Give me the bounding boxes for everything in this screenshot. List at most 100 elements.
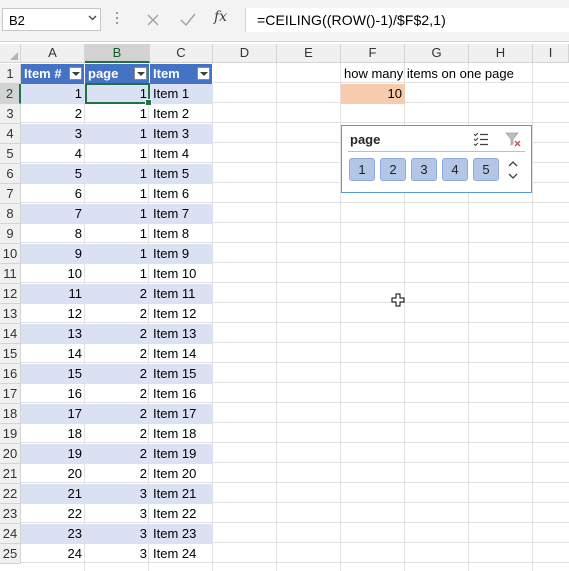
cell-item-name[interactable]: Item 7 [150,204,213,224]
cell-item-name[interactable]: Item 9 [150,244,213,264]
column-header-g[interactable]: G [405,44,469,63]
cell-item-name[interactable]: Item 11 [150,284,213,304]
cancel-icon[interactable] [141,10,165,30]
cell-item-number[interactable]: 16 [21,384,85,404]
row-header[interactable]: 25 [0,544,21,564]
cell-page[interactable]: 1 [85,224,150,244]
cell-item-name[interactable]: Item 19 [150,444,213,464]
cell-item-name[interactable]: Item 1 [150,84,213,104]
cell-item-name[interactable]: Item 20 [150,464,213,484]
page-slicer[interactable]: page 1 2 3 4 5 [341,125,532,193]
cell-item-number[interactable]: 8 [21,224,85,244]
slicer-scroll-arrows-icon[interactable] [506,158,520,182]
cell-item-number[interactable]: 1 [21,84,85,104]
cell-item-name[interactable]: Item 22 [150,504,213,524]
cell-page[interactable]: 3 [85,484,150,504]
cell-item-name[interactable]: Item 13 [150,324,213,344]
cell-page[interactable]: 1 [85,204,150,224]
cell-page[interactable]: 2 [85,404,150,424]
cell-item-name[interactable]: Item 12 [150,304,213,324]
cell-item-name[interactable]: Item 8 [150,224,213,244]
cell-page[interactable]: 1 [85,264,150,284]
cell-item-number[interactable]: 14 [21,344,85,364]
cell-item-name[interactable]: Item 5 [150,164,213,184]
formula-input[interactable]: =CEILING((ROW()-1)/$F$2,1) [245,8,569,32]
cell-f2-items-per-page[interactable]: 10 [341,84,405,104]
row-header[interactable]: 13 [0,304,21,324]
cell-item-name[interactable]: Item 23 [150,524,213,544]
cell-page[interactable]: 1 [85,144,150,164]
column-header-a[interactable]: A [21,44,85,63]
row-header[interactable]: 16 [0,364,21,384]
cell-item-number[interactable]: 9 [21,244,85,264]
row-header[interactable]: 6 [0,164,21,184]
column-header-f[interactable]: F [341,44,405,63]
row-header[interactable]: 12 [0,284,21,304]
row-header[interactable]: 15 [0,344,21,364]
cell-page[interactable]: 1 [85,244,150,264]
row-header[interactable]: 19 [0,424,21,444]
cell-page[interactable]: 2 [85,384,150,404]
column-header-i[interactable]: I [533,44,569,63]
filter-dropdown-icon[interactable] [69,67,82,80]
cell-item-name[interactable]: Item 2 [150,104,213,124]
column-header-b[interactable]: B [85,44,150,63]
cell-item-name[interactable]: Item 21 [150,484,213,504]
row-header[interactable]: 21 [0,464,21,484]
cell-item-number[interactable]: 23 [21,524,85,544]
cell-f1-label[interactable]: how many items on one page [341,64,541,84]
cell-item-name[interactable]: Item 3 [150,124,213,144]
multi-select-icon[interactable] [472,130,490,148]
filter-dropdown-icon[interactable] [197,67,210,80]
table-header-item[interactable]: Item [150,64,213,84]
cell-item-number[interactable]: 19 [21,444,85,464]
row-header[interactable]: 4 [0,124,21,144]
slicer-button-5[interactable]: 5 [473,158,499,181]
cell-item-number[interactable]: 21 [21,484,85,504]
select-all-button[interactable] [0,44,21,63]
cell-page[interactable]: 1 [85,104,150,124]
row-header[interactable]: 7 [0,184,21,204]
chevron-down-icon[interactable] [88,15,97,21]
filter-dropdown-icon[interactable] [134,67,147,80]
cell-page[interactable]: 3 [85,524,150,544]
row-header[interactable]: 18 [0,404,21,424]
cell-item-name[interactable]: Item 4 [150,144,213,164]
cell-item-number[interactable]: 13 [21,324,85,344]
cell-item-number[interactable]: 12 [21,304,85,324]
cell-page[interactable]: 3 [85,544,150,564]
cell-item-number[interactable]: 15 [21,364,85,384]
cell-item-number[interactable]: 2 [21,104,85,124]
insert-function-button[interactable]: fx [214,9,227,25]
cell-page[interactable]: 2 [85,324,150,344]
cell-item-name[interactable]: Item 15 [150,364,213,384]
column-header-h[interactable]: H [469,44,533,63]
cell-item-number[interactable]: 22 [21,504,85,524]
cell-item-name[interactable]: Item 10 [150,264,213,284]
cell-page[interactable]: 1 [85,184,150,204]
cell-item-number[interactable]: 10 [21,264,85,284]
cell-page[interactable]: 2 [85,444,150,464]
cell-item-name[interactable]: Item 24 [150,544,213,564]
cell-item-name[interactable]: Item 17 [150,404,213,424]
cell-page[interactable]: 3 [85,504,150,524]
row-header[interactable]: 20 [0,444,21,464]
cell-page[interactable]: 1 [85,124,150,144]
cell-item-number[interactable]: 11 [21,284,85,304]
cell-page[interactable]: 2 [85,424,150,444]
cell-page[interactable]: 2 [85,304,150,324]
cell-item-name[interactable]: Item 14 [150,344,213,364]
row-header[interactable]: 3 [0,104,21,124]
row-header[interactable]: 23 [0,504,21,524]
name-box[interactable]: B2 [2,8,101,31]
cell-page[interactable]: 2 [85,284,150,304]
cell-item-number[interactable]: 5 [21,164,85,184]
row-header[interactable]: 8 [0,204,21,224]
cell-item-number[interactable]: 7 [21,204,85,224]
cell-item-number[interactable]: 20 [21,464,85,484]
row-header[interactable]: 1 [0,64,21,84]
slicer-button-3[interactable]: 3 [411,158,437,181]
row-header[interactable]: 24 [0,524,21,544]
row-header[interactable]: 14 [0,324,21,344]
cell-item-number[interactable]: 6 [21,184,85,204]
